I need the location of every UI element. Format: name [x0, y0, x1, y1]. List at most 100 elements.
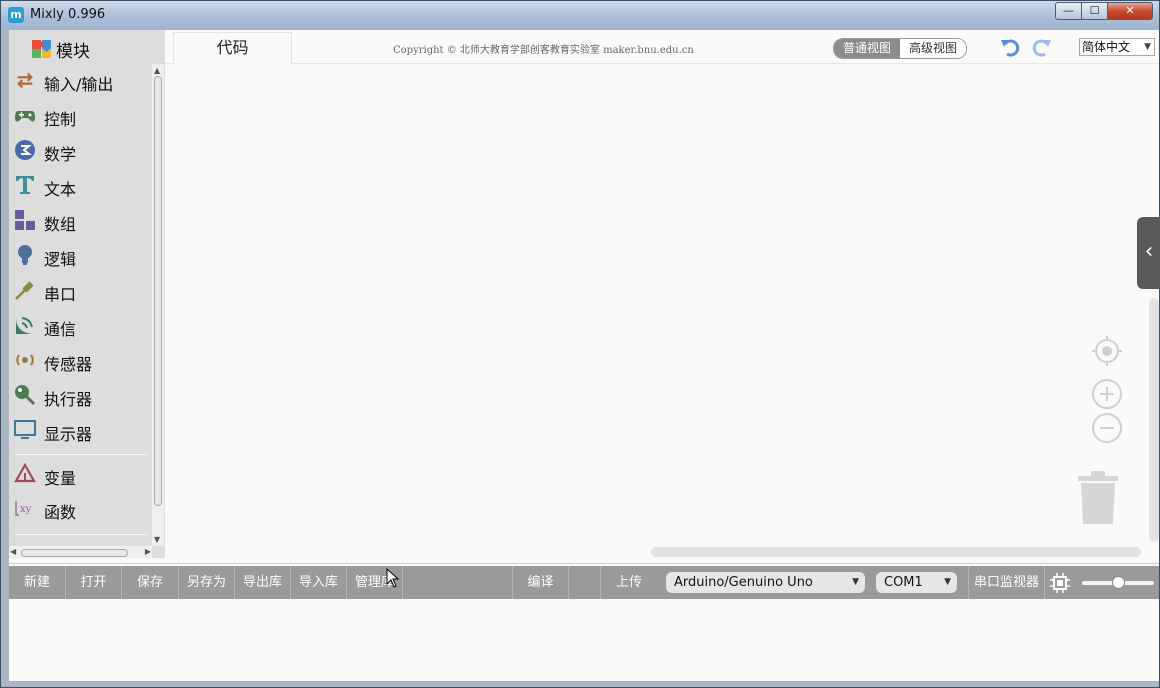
block-workspace[interactable]: ‹	[165, 64, 1160, 558]
scrollbar-thumb[interactable]	[154, 76, 162, 506]
toolbox-category-array[interactable]: 数组	[9, 204, 152, 237]
toolbox-category-label: 数组	[44, 215, 77, 234]
toolbar-spacer	[403, 566, 513, 599]
variable-icon	[14, 463, 36, 485]
language-value: 简体中文	[1082, 40, 1131, 54]
main-toolbar: 新建 打开 保存 另存为 导出库 导入库 管理库 编译 上传 Arduino/G…	[9, 566, 1159, 599]
new-button[interactable]: 新建	[9, 566, 66, 599]
title-bar[interactable]: m Mixly 0.996 — ☐ ✕	[1, 1, 1159, 29]
toolbox-category-label: 变量	[44, 469, 77, 488]
app-logo-icon: m	[8, 7, 24, 23]
toolbox-category-function[interactable]: xy 函数	[9, 492, 152, 525]
block-toolbox: 模块 输入/输出控制数学文本数组逻辑串口通信传感器执行器显示器变量 xy 函数 ▲ …	[9, 30, 165, 559]
trash-icon[interactable]	[1078, 470, 1118, 525]
toolbox-category-label: 串口	[44, 285, 77, 304]
tab-code[interactable]: 代码	[173, 32, 292, 64]
arrows-icon	[14, 69, 36, 91]
toolbox-category-serial[interactable]: 串口	[9, 274, 152, 307]
toolbox-category-monitor[interactable]: 显示器	[9, 414, 152, 447]
panel-divider[interactable]	[9, 558, 1159, 564]
zoom-in-icon[interactable]	[1091, 378, 1123, 410]
function-icon: xy	[14, 497, 36, 519]
chevron-down-icon: ▼	[944, 577, 951, 587]
scroll-left-icon[interactable]: ◀	[10, 547, 16, 556]
workspace-header: 代码 Copyright © 北师大教育学部创客教育实验室 maker.bnu.…	[165, 30, 1159, 64]
array-icon	[14, 209, 36, 231]
scroll-up-icon[interactable]: ▲	[154, 66, 160, 75]
window-controls: — ☐ ✕	[1055, 2, 1153, 20]
board-value: Arduino/Genuino Uno	[674, 575, 813, 590]
serial-monitor-button[interactable]: 串口监视器	[968, 566, 1045, 599]
toolbox-category-label: 函数	[44, 503, 77, 522]
chevron-down-icon: ▼	[852, 577, 859, 587]
output-console[interactable]	[9, 599, 1159, 681]
minimize-button[interactable]: —	[1055, 2, 1082, 20]
window-title: Mixly 0.996	[30, 7, 106, 22]
text-icon	[14, 174, 36, 196]
maximize-button[interactable]: ☐	[1081, 2, 1108, 20]
save-button[interactable]: 保存	[122, 566, 179, 599]
workspace-vertical-scrollbar[interactable]	[1149, 298, 1159, 542]
language-select[interactable]: 简体中文 ▼	[1079, 38, 1155, 56]
toolbox-category-label: 逻辑	[44, 250, 77, 269]
zoom-out-icon[interactable]	[1091, 412, 1123, 444]
toolbox-header: 模块	[9, 30, 165, 64]
undo-icon[interactable]	[999, 36, 1021, 58]
toolbox-category-label: 数学	[44, 145, 77, 164]
toolbox-category-bulb[interactable]: 逻辑	[9, 239, 152, 272]
toolbox-category-sensor[interactable]: 传感器	[9, 344, 152, 377]
toolbox-title: 模块	[56, 42, 90, 62]
upload-button[interactable]: 上传	[601, 566, 657, 599]
toolbox-category-gamepad[interactable]: 控制	[9, 99, 152, 132]
chip-icon[interactable]	[1050, 573, 1070, 593]
toolbox-category-arrows[interactable]: 输入/输出	[9, 64, 152, 97]
font-size-slider[interactable]	[1082, 576, 1154, 589]
toolbox-category-label: 传感器	[44, 355, 93, 374]
toolbox-category-math[interactable]: 数学	[9, 134, 152, 167]
port-select[interactable]: COM1 ▼	[876, 572, 957, 593]
compile-button[interactable]: 编译	[513, 566, 569, 599]
bulb-icon	[14, 244, 36, 266]
save-as-button[interactable]: 另存为	[179, 566, 235, 599]
redo-icon[interactable]	[1031, 36, 1053, 58]
serial-icon	[14, 279, 36, 301]
scrollbar-thumb[interactable]	[21, 549, 128, 557]
advanced-view-button[interactable]: 高级视图	[900, 39, 967, 58]
board-select[interactable]: Arduino/Genuino Uno ▼	[666, 572, 865, 593]
open-button[interactable]: 打开	[66, 566, 122, 599]
comm-icon	[14, 314, 36, 336]
toolbox-category-comm[interactable]: 通信	[9, 309, 152, 342]
copyright-text: Copyright © 北师大教育学部创客教育实验室 maker.bnu.edu…	[393, 45, 694, 56]
toolbox-category-label: 控制	[44, 110, 77, 129]
scroll-right-icon[interactable]: ▶	[145, 547, 151, 556]
export-library-button[interactable]: 导出库	[235, 566, 291, 599]
scroll-down-icon[interactable]: ▼	[154, 535, 160, 544]
slider-knob[interactable]	[1112, 576, 1125, 589]
client-area: 模块 输入/输出控制数学文本数组逻辑串口通信传感器执行器显示器变量 xy 函数 ▲ …	[9, 30, 1160, 681]
toolbox-category-label: 执行器	[44, 390, 93, 409]
close-button[interactable]: ✕	[1107, 2, 1153, 20]
toolbox-category-label: 输入/输出	[44, 75, 114, 94]
chevron-left-icon: ‹	[1144, 239, 1154, 264]
view-toggle: 普通视图 高级视图	[833, 38, 968, 59]
toolbar-spacer	[569, 566, 601, 599]
normal-view-button[interactable]: 普通视图	[834, 39, 901, 58]
toolbox-separator	[15, 454, 147, 455]
import-library-button[interactable]: 导入库	[291, 566, 347, 599]
toolbox-category-label: 显示器	[44, 425, 93, 444]
toolbox-category-variable[interactable]: 变量	[9, 458, 152, 491]
recenter-icon[interactable]	[1091, 335, 1123, 367]
code-panel-toggle[interactable]: ‹	[1137, 217, 1160, 289]
toolbox-separator	[15, 534, 147, 535]
toolbox-category-actuator[interactable]: 执行器	[9, 379, 152, 412]
toolbox-category-text[interactable]: 文本	[9, 169, 152, 202]
mouse-cursor-icon	[386, 568, 400, 588]
actuator-icon	[14, 384, 36, 406]
chevron-down-icon: ▼	[1144, 42, 1151, 52]
workspace-horizontal-scrollbar[interactable]	[651, 547, 1141, 557]
svg-text:xy: xy	[20, 504, 32, 515]
toolbox-vertical-scrollbar[interactable]: ▲ ▼	[152, 64, 164, 546]
gamepad-icon	[14, 104, 36, 126]
toolbox-category-label: 通信	[44, 320, 77, 339]
app-window: m Mixly 0.996 — ☐ ✕ 模块 输入/输出控制数学文本数组逻辑	[0, 0, 1160, 688]
